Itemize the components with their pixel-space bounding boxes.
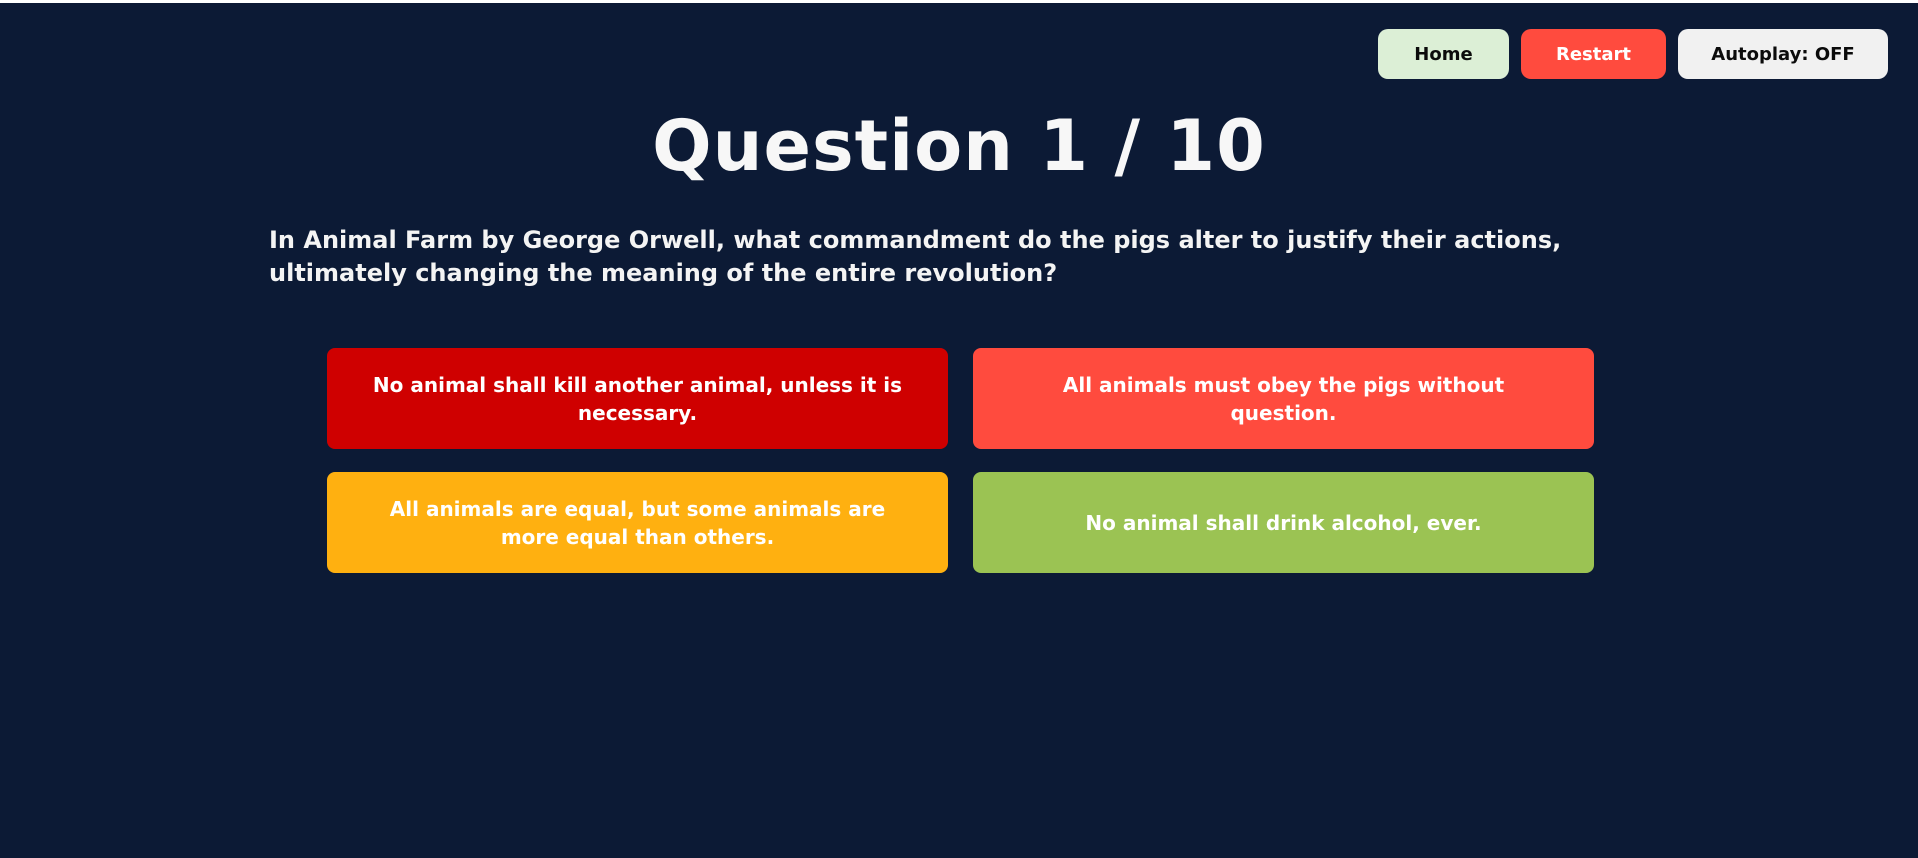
answer-option-3[interactable]: All animals are equal, but some animals … (327, 472, 948, 573)
answer-option-1[interactable]: No animal shall kill another animal, unl… (327, 348, 948, 449)
answer-option-2[interactable]: All animals must obey the pigs without q… (973, 348, 1594, 449)
question-counter-title: Question 1 / 10 (652, 105, 1266, 187)
home-button[interactable]: Home (1378, 29, 1509, 79)
top-border (0, 0, 1918, 3)
answer-grid: No animal shall kill another animal, unl… (327, 348, 1594, 573)
top-nav: Home Restart Autoplay: OFF (1378, 29, 1888, 79)
autoplay-toggle-button[interactable]: Autoplay: OFF (1678, 29, 1888, 79)
answer-option-4[interactable]: No animal shall drink alcohol, ever. (973, 472, 1594, 573)
question-text: In Animal Farm by George Orwell, what co… (269, 226, 1562, 287)
restart-button[interactable]: Restart (1521, 29, 1666, 79)
